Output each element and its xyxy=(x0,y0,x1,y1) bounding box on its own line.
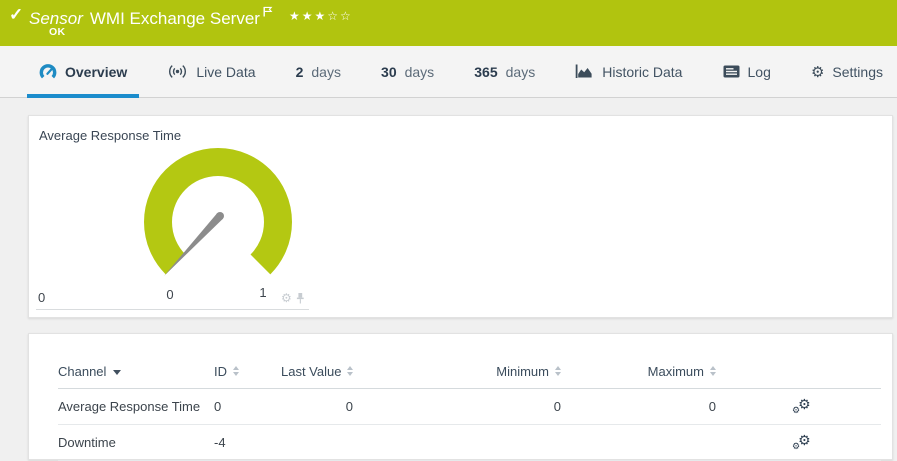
tab-bar: Overview Live Data 2 days 30 days 365 da… xyxy=(0,46,897,98)
status-ok-check-icon: ✓ xyxy=(9,5,24,24)
tab-live-data[interactable]: Live Data xyxy=(155,46,267,97)
tab-365-days-label: days xyxy=(505,63,536,80)
gauge-axis-min-label: 0 xyxy=(38,290,46,305)
gauge-icon xyxy=(39,63,57,78)
gauge-panel: Average Response Time 0 1 0 ⚙ xyxy=(28,115,893,318)
flag-icon[interactable] xyxy=(263,2,273,21)
cell-channel: Downtime xyxy=(58,424,214,461)
gauge-scale-min: 0 xyxy=(166,287,174,302)
sensor-status-banner: ✓ Sensor WMI Exchange Server ★★★☆☆ OK xyxy=(0,0,897,46)
cell-maximum xyxy=(561,424,716,461)
live-data-icon xyxy=(169,65,187,78)
channels-panel: Channel ID Last Value Minimum Maximum Av… xyxy=(28,333,893,461)
table-header-row: Channel ID Last Value Minimum Maximum xyxy=(58,364,881,389)
historic-data-icon xyxy=(575,64,592,78)
table-row: Downtime -4 ⚙⚙ xyxy=(58,424,881,461)
tab-365-days[interactable]: 365 days xyxy=(462,46,547,97)
tab-overview[interactable]: Overview xyxy=(27,46,140,98)
cell-minimum: 0 xyxy=(353,388,561,425)
table-row: Average Response Time 0 0 0 0 ⚙⚙ xyxy=(58,388,881,425)
cell-maximum: 0 xyxy=(561,388,716,425)
gear-icon: ⚙ xyxy=(810,63,825,81)
tab-live-data-label: Live Data xyxy=(196,63,256,80)
col-header-id-label: ID xyxy=(214,364,227,379)
col-header-actions xyxy=(716,364,881,389)
tab-2-days[interactable]: 2 days xyxy=(284,46,353,97)
cell-last-value xyxy=(281,424,353,461)
channels-table: Channel ID Last Value Minimum Maximum Av… xyxy=(58,364,881,461)
tab-overview-label: Overview xyxy=(65,63,128,80)
cell-id: 0 xyxy=(214,388,281,425)
sort-both-icon xyxy=(233,366,239,376)
sort-both-icon xyxy=(347,366,354,376)
cell-channel: Average Response Time xyxy=(58,388,214,425)
col-header-minimum-label: Minimum xyxy=(496,364,549,379)
log-icon xyxy=(723,65,739,78)
tab-settings[interactable]: ⚙ Settings xyxy=(799,46,895,97)
sort-both-icon xyxy=(710,366,716,376)
tab-historic-data-label: Historic Data xyxy=(602,63,683,80)
tab-2-days-number: 2 xyxy=(295,63,304,80)
tab-log-label: Log xyxy=(747,63,771,80)
status-badge: OK xyxy=(49,26,66,38)
response-time-gauge xyxy=(144,148,292,276)
priority-stars[interactable]: ★★★☆☆ xyxy=(289,9,353,23)
tab-30-days-number: 30 xyxy=(381,63,397,80)
col-header-maximum[interactable]: Maximum xyxy=(561,364,716,389)
col-header-last-value[interactable]: Last Value xyxy=(281,364,354,389)
tab-historic-data[interactable]: Historic Data xyxy=(563,46,694,97)
tab-365-days-number: 365 xyxy=(474,63,498,80)
tab-settings-label: Settings xyxy=(832,63,883,80)
col-header-minimum[interactable]: Minimum xyxy=(353,364,561,389)
tab-log[interactable]: Log xyxy=(711,46,783,97)
gauge-scale-max: 1 xyxy=(259,285,267,300)
col-header-channel[interactable]: Channel xyxy=(58,364,214,389)
col-header-channel-label: Channel xyxy=(58,364,107,379)
gauge-pin-icon[interactable] xyxy=(296,292,305,304)
cell-last-value: 0 xyxy=(281,388,353,425)
gauge-baseline xyxy=(36,309,309,310)
col-header-maximum-label: Maximum xyxy=(647,364,704,379)
col-header-last-value-label: Last Value xyxy=(281,364,342,379)
channel-settings-gears-icon[interactable]: ⚙⚙ xyxy=(792,396,811,416)
cell-minimum xyxy=(353,424,561,461)
tab-30-days-label: days xyxy=(404,63,435,80)
col-header-id[interactable]: ID xyxy=(214,364,281,389)
gauge-gear-icon[interactable]: ⚙ xyxy=(281,292,292,304)
tab-30-days[interactable]: 30 days xyxy=(369,46,446,97)
cell-id: -4 xyxy=(214,424,281,461)
sort-desc-icon xyxy=(113,370,122,375)
channel-settings-gears-icon[interactable]: ⚙⚙ xyxy=(792,432,811,452)
sensor-title: WMI Exchange Server xyxy=(89,9,260,28)
tab-2-days-label: days xyxy=(311,63,341,80)
sort-both-icon xyxy=(555,366,561,376)
